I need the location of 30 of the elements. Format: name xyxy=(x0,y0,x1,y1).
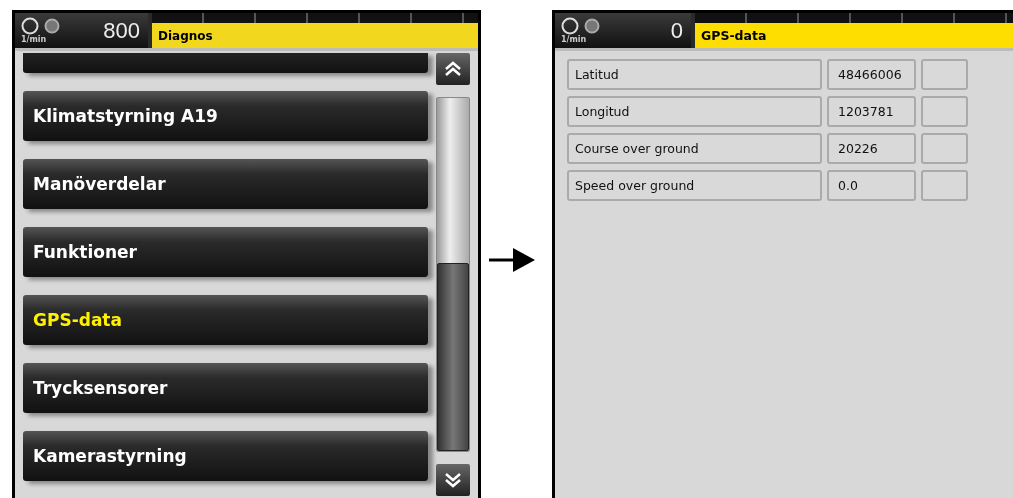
scroll-up-button[interactable] xyxy=(436,53,470,85)
double-chevron-down-icon xyxy=(443,470,463,490)
data-label: Longitud xyxy=(567,96,822,127)
menu-button[interactable]: Funktioner xyxy=(23,227,428,277)
arrow-icon xyxy=(489,248,535,272)
empty-cell xyxy=(921,133,968,164)
data-value: 48466006 xyxy=(827,59,916,90)
double-chevron-up-icon xyxy=(443,59,463,79)
rpm-unit: 1/min xyxy=(21,35,47,44)
data-value: 0.0 xyxy=(827,170,916,201)
empty-cell xyxy=(921,96,968,127)
scroll-down-button[interactable] xyxy=(436,464,470,496)
screen-title: Diagnos xyxy=(152,23,478,48)
rpm-value: 0 xyxy=(670,17,683,44)
data-value: 1203781 xyxy=(827,96,916,127)
data-label: Speed over ground xyxy=(567,170,822,201)
menu-button[interactable]: Klimatstyrning A19 xyxy=(23,91,428,141)
rpm-value: 800 xyxy=(103,17,140,44)
menu-button[interactable]: GPS-data xyxy=(23,295,428,345)
menu-button[interactable]: Kamerastyrning xyxy=(23,431,428,481)
empty-cell xyxy=(921,170,968,201)
screen-title: GPS-data xyxy=(695,23,1013,48)
data-label: Course over ground xyxy=(567,133,822,164)
data-value: 20226 xyxy=(827,133,916,164)
menu-button[interactable]: Manöverdelar xyxy=(23,159,428,209)
scrollbar-thumb[interactable] xyxy=(437,263,469,451)
empty-cell xyxy=(921,59,968,90)
data-label: Latitud xyxy=(567,59,822,90)
menu-button[interactable]: Trycksensorer xyxy=(23,363,428,413)
rpm-unit: 1/min xyxy=(561,35,587,44)
